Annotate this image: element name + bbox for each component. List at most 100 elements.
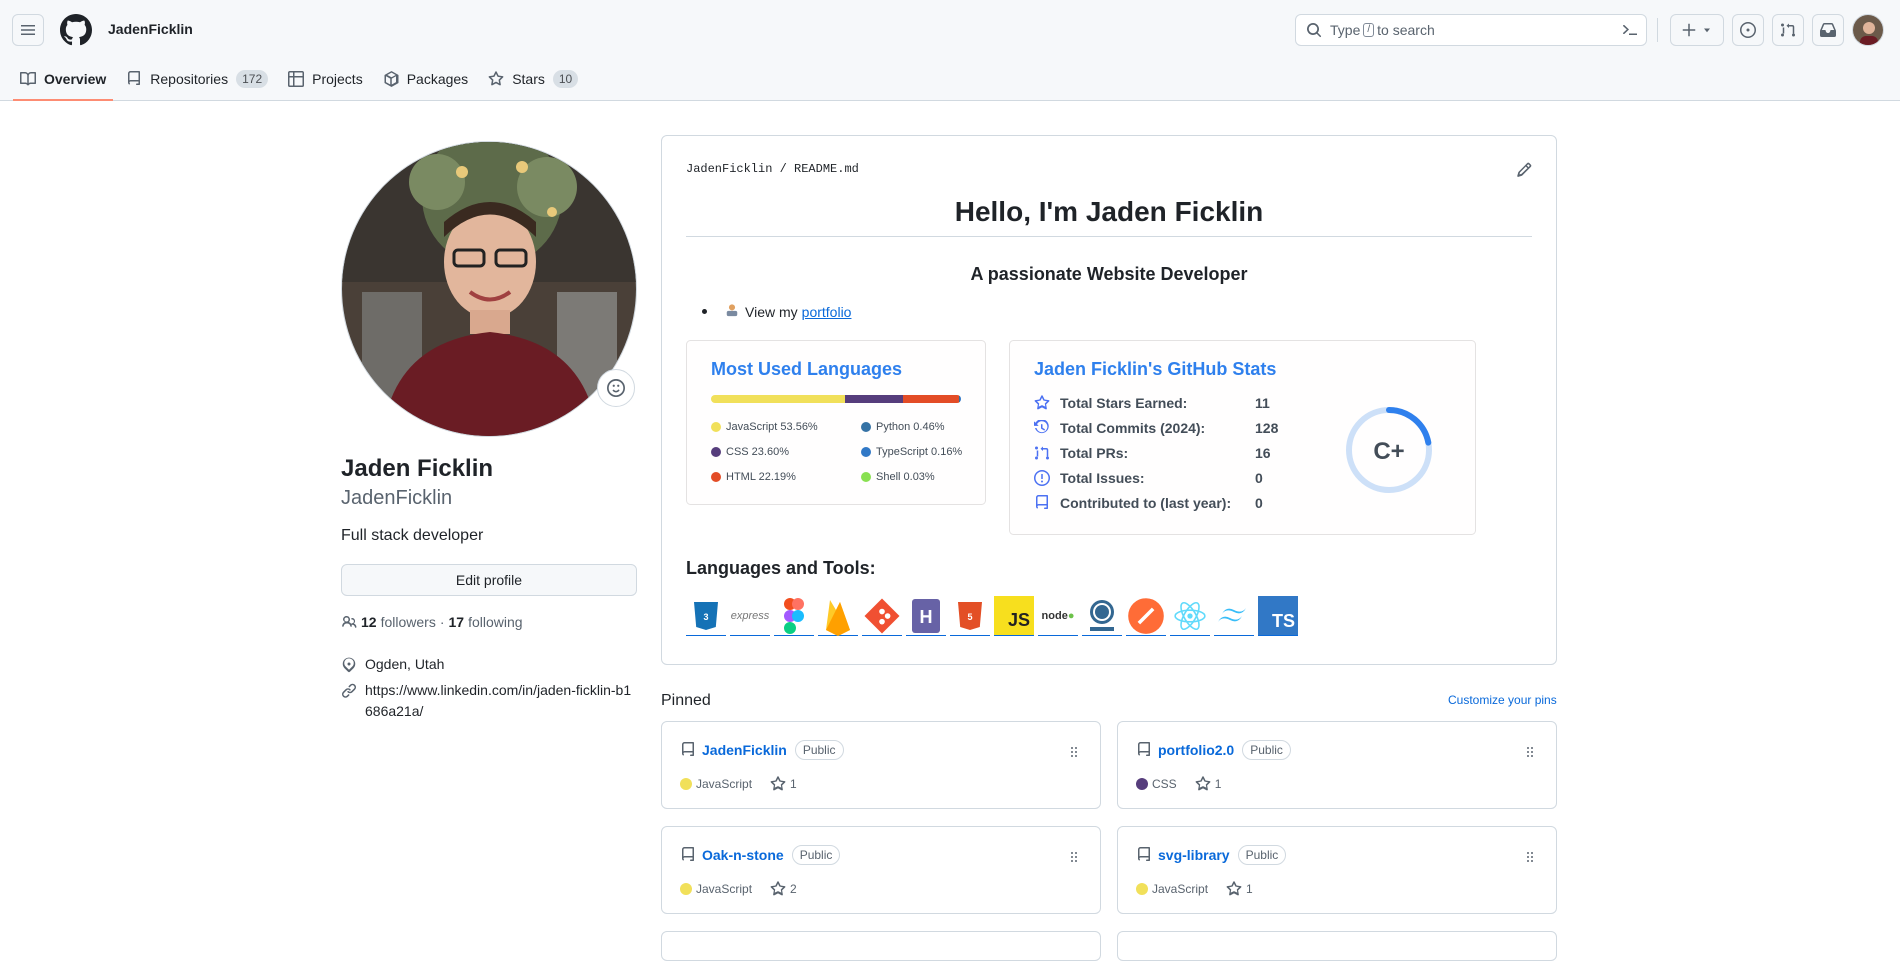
grabber-icon[interactable] [1522, 849, 1538, 865]
package-icon [383, 71, 399, 87]
star-icon[interactable] [1226, 881, 1242, 897]
repo-name-link[interactable]: Oak-n-stone [702, 847, 784, 863]
customize-pins-link[interactable]: Customize your pins [1448, 693, 1557, 707]
tab-projects[interactable]: Projects [278, 58, 373, 100]
inbox-icon[interactable] [1812, 14, 1844, 46]
profile-avatar[interactable] [341, 141, 637, 437]
grabber-icon[interactable] [1066, 744, 1082, 760]
stat-label: Total PRs: [1060, 445, 1128, 461]
menu-icon[interactable] [12, 14, 44, 46]
git-icon[interactable] [862, 596, 902, 636]
stat-row: Total Stars Earned: [1034, 395, 1187, 411]
languages-card-title: Most Used Languages [711, 359, 902, 380]
repo-stars[interactable]: 1 [1215, 777, 1222, 791]
language-item: HTML 22.19% [711, 471, 796, 483]
followers-link[interactable]: followers [381, 614, 436, 630]
nodejs-icon[interactable]: node● [1038, 596, 1078, 636]
followers-count[interactable]: 12 [361, 614, 377, 630]
postman-icon[interactable] [1126, 596, 1166, 636]
repo-language: JavaScript [1152, 882, 1208, 896]
following-link[interactable]: following [468, 614, 522, 630]
language-color-dot [1136, 778, 1148, 790]
language-bar-segment [711, 395, 845, 403]
css3-icon[interactable]: 3 [686, 596, 726, 636]
react-icon[interactable] [1170, 596, 1210, 636]
grabber-icon[interactable] [1066, 849, 1082, 865]
express-icon[interactable]: express [730, 596, 770, 636]
language-item: TypeScript 0.16% [861, 446, 962, 458]
stat-value: 128 [1255, 420, 1278, 436]
star-icon[interactable] [770, 881, 786, 897]
repo-language: JavaScript [696, 777, 752, 791]
heroku-icon[interactable]: H [906, 596, 946, 636]
tab-repositories[interactable]: Repositories 172 [116, 58, 278, 100]
visibility-badge: Public [795, 740, 844, 760]
language-label: CSS 23.60% [726, 446, 789, 458]
set-status-button[interactable] [597, 369, 635, 407]
postgresql-icon[interactable] [1082, 596, 1122, 636]
star-icon [488, 71, 504, 87]
html5-icon[interactable]: 5 [950, 596, 990, 636]
stats-card-title: Jaden Ficklin's GitHub Stats [1034, 359, 1276, 380]
book-icon [20, 71, 36, 87]
languages-progress-bar [711, 395, 961, 403]
header-username[interactable]: JadenFicklin [108, 21, 193, 37]
typescript-icon[interactable]: TS [1258, 596, 1298, 636]
tab-packages[interactable]: Packages [373, 58, 478, 100]
javascript-icon[interactable]: JS [994, 596, 1034, 636]
readme-subtitle: A passionate Website Developer [686, 264, 1532, 285]
edit-profile-button[interactable]: Edit profile [341, 564, 637, 596]
link-icon [341, 683, 357, 699]
tab-overview[interactable]: Overview [10, 58, 116, 100]
stat-value: 0 [1255, 470, 1263, 486]
repo-language: JavaScript [696, 882, 752, 896]
stat-label: Total Commits (2024): [1060, 420, 1205, 436]
website-link[interactable]: https://www.linkedin.com/in/jaden-fickli… [365, 680, 637, 722]
readme-file: README.md [794, 162, 859, 176]
language-label: JavaScript 53.56% [726, 421, 818, 433]
repo-stars[interactable]: 1 [1246, 882, 1253, 896]
most-used-languages-card: Most Used Languages JavaScript 53.56% Py… [686, 340, 986, 505]
repo-name-link[interactable]: portfolio2.0 [1158, 742, 1234, 758]
repo-icon [1034, 495, 1050, 511]
readme-owner[interactable]: JadenFicklin [686, 162, 772, 176]
command-palette-icon[interactable] [1622, 22, 1638, 38]
pull-requests-icon[interactable] [1772, 14, 1804, 46]
repositories-count: 172 [236, 70, 268, 88]
tab-stars[interactable]: Stars 10 [478, 58, 588, 100]
location-text: Ogden, Utah [365, 656, 444, 673]
language-dot-html [711, 472, 721, 482]
plus-icon [1681, 22, 1697, 38]
issues-icon[interactable] [1732, 14, 1764, 46]
grabber-icon[interactable] [1522, 744, 1538, 760]
readme-slash: / [780, 162, 787, 176]
svg-text:5: 5 [967, 612, 972, 622]
repo-stars[interactable]: 2 [790, 882, 797, 896]
portfolio-link[interactable]: portfolio [802, 304, 852, 320]
stat-row: Contributed to (last year): [1034, 495, 1231, 511]
user-avatar[interactable] [1852, 14, 1884, 46]
tab-label: Overview [44, 71, 106, 87]
language-item: JavaScript 53.56% [711, 421, 818, 433]
language-bar-segment [845, 395, 904, 403]
repo-name-link[interactable]: JadenFicklin [702, 742, 787, 758]
figma-icon[interactable] [774, 596, 814, 636]
language-color-dot [680, 883, 692, 895]
search-input[interactable]: Type / to search [1295, 14, 1647, 46]
stat-row: Total Commits (2024): [1034, 420, 1205, 436]
tailwind-icon[interactable] [1214, 596, 1254, 636]
create-new-button[interactable] [1670, 14, 1724, 46]
language-color-dot [1136, 883, 1148, 895]
github-logo-icon[interactable] [60, 14, 92, 46]
following-count[interactable]: 17 [449, 614, 465, 630]
stat-label: Total Issues: [1060, 470, 1145, 486]
firebase-icon[interactable] [818, 596, 858, 636]
star-icon[interactable] [1195, 776, 1211, 792]
star-icon[interactable] [770, 776, 786, 792]
readme-path: JadenFicklin / README.md [686, 162, 859, 176]
visibility-badge: Public [1238, 845, 1287, 865]
repo-stars[interactable]: 1 [790, 777, 797, 791]
repo-name-link[interactable]: svg-library [1158, 847, 1230, 863]
tab-label: Projects [312, 71, 363, 87]
pencil-icon[interactable] [1516, 162, 1532, 178]
